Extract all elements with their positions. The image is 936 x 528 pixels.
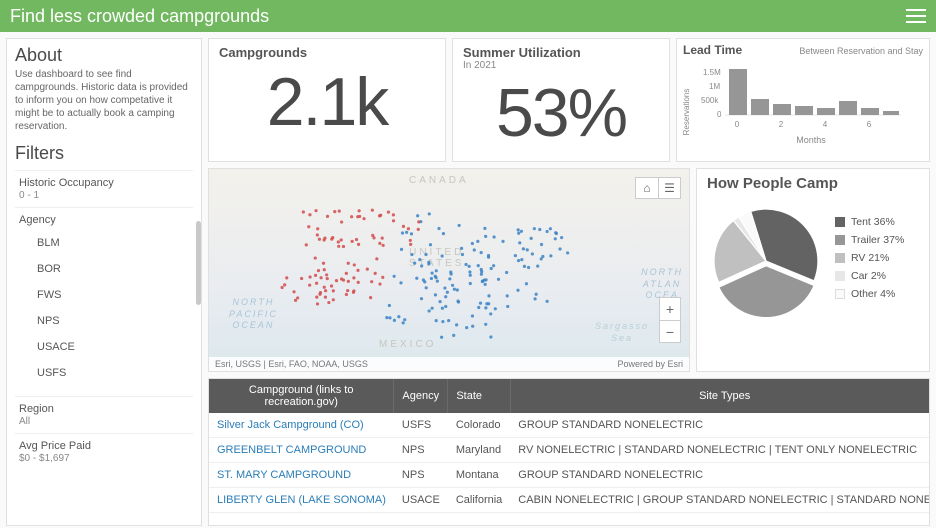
col-sitetypes[interactable]: Site Types <box>510 379 930 413</box>
campground-table: Campground (links to recreation.gov) Age… <box>209 379 930 526</box>
howcamp-card: How People Camp Tent 36% Trailer 37% RV … <box>696 168 930 372</box>
filter-region-label: Region <box>19 403 189 415</box>
cell-name[interactable]: GREENBELT CAMPGROUND <box>209 438 394 463</box>
legend-trailer: Trailer 37% <box>835 234 904 246</box>
svg-text:4: 4 <box>823 120 828 129</box>
filter-price-value: $0 - $1,697 <box>19 453 189 464</box>
col-agency[interactable]: Agency <box>394 379 448 413</box>
campgrounds-title: Campgrounds <box>219 45 435 60</box>
leadtime-sub: Between Reservation and Stay <box>799 46 923 56</box>
legend-other: Other 4% <box>835 288 904 300</box>
table-row[interactable]: Silver Jack Campground (CO) USFS Colorad… <box>209 413 930 438</box>
svg-text:Months: Months <box>796 135 826 145</box>
filter-occupancy-value: 0 - 1 <box>19 190 189 201</box>
howcamp-legend: Tent 36% Trailer 37% RV 21% Car 2% Other… <box>835 216 904 306</box>
svg-text:1.5M: 1.5M <box>703 68 721 77</box>
filter-region[interactable]: Region All <box>15 396 193 433</box>
svg-text:6: 6 <box>867 120 872 129</box>
map-points <box>209 169 689 371</box>
cell-types: GROUP STANDARD NONELECTRIC <box>510 463 930 488</box>
table-row[interactable]: LIBERTY GLEN (LAKE SONOMA) USACE Califor… <box>209 488 930 513</box>
app-header: Find less crowded campgrounds <box>0 0 936 32</box>
svg-text:1M: 1M <box>709 82 720 91</box>
legend-rv: RV 21% <box>835 252 904 264</box>
table-row[interactable]: GREENBELT CAMPGROUND NPS Maryland RV NON… <box>209 438 930 463</box>
about-heading: About <box>15 45 193 66</box>
cell-name[interactable] <box>209 513 394 527</box>
utilization-sub: In 2021 <box>463 60 659 71</box>
cell-types: GROUP STANDARD NONELECTRIC <box>510 413 930 438</box>
agency-item-nps[interactable]: NPS <box>37 308 189 334</box>
campgrounds-card: Campgrounds 2.1k <box>208 38 446 162</box>
campground-table-card: Campground (links to recreation.gov) Age… <box>208 378 930 526</box>
svg-text:0: 0 <box>735 120 740 129</box>
svg-text:2: 2 <box>779 120 784 129</box>
cell-state: Maryland <box>448 438 510 463</box>
map-basemap: CANADA UNITED STATES MEXICO NORTH PACIFI… <box>209 169 689 371</box>
map-attrib-right: Powered by Esri <box>617 359 683 369</box>
filter-price[interactable]: Avg Price Paid $0 - $1,697 <box>15 433 193 470</box>
agency-item-usfs[interactable]: USFS <box>37 360 189 386</box>
agency-item-fws[interactable]: FWS <box>37 282 189 308</box>
filter-price-label: Avg Price Paid <box>19 440 189 452</box>
howcamp-pie <box>707 202 825 320</box>
agency-item-usace[interactable]: USACE <box>37 334 189 360</box>
cell-types: CABIN NONELECTRIC | GROUP STANDARD NONEL… <box>510 488 930 513</box>
cell-types: RV NONELECTRIC | STANDARD NONELECTRIC | … <box>510 438 930 463</box>
howcamp-title: How People Camp <box>707 175 919 192</box>
filter-region-value: All <box>19 416 189 427</box>
table-row[interactable] <box>209 513 930 527</box>
cell-state: Montana <box>448 463 510 488</box>
about-text: Use dashboard to see find campgrounds. H… <box>15 68 193 133</box>
svg-text:0: 0 <box>717 110 722 119</box>
legend-icon[interactable]: ☰ <box>658 178 680 198</box>
cell-agency: NPS <box>394 463 448 488</box>
sidebar-scrollbar[interactable] <box>196 221 201 305</box>
cell-state: California <box>448 488 510 513</box>
col-campground[interactable]: Campground (links to recreation.gov) <box>209 379 394 413</box>
main-area: Campgrounds 2.1k Summer Utilization In 2… <box>208 38 930 526</box>
legend-tent: Tent 36% <box>835 216 904 228</box>
filters-heading: Filters <box>15 143 193 164</box>
map-zoom-controls: + − <box>659 297 681 343</box>
map-card[interactable]: CANADA UNITED STATES MEXICO NORTH PACIFI… <box>208 168 690 372</box>
utilization-value: 53% <box>463 79 659 147</box>
cell-name[interactable]: LIBERTY GLEN (LAKE SONOMA) <box>209 488 394 513</box>
map-attrib-left: Esri, USGS | Esri, FAO, NOAA, USGS <box>215 359 368 369</box>
leadtime-title: Lead Time <box>683 43 742 57</box>
leadtime-chart: Reservations 1.5M 1M 500k 0 <box>683 57 907 157</box>
cell-name[interactable]: ST. MARY CAMPGROUND <box>209 463 394 488</box>
agency-item-bor[interactable]: BOR <box>37 256 189 282</box>
filter-agency: Agency BLM BOR FWS NPS USACE USFS <box>15 207 193 396</box>
utilization-card: Summer Utilization In 2021 53% <box>452 38 670 162</box>
filter-agency-label: Agency <box>19 214 189 226</box>
legend-car: Car 2% <box>835 270 904 282</box>
cell-agency: USACE <box>394 488 448 513</box>
sidebar: About Use dashboard to see find campgrou… <box>6 38 202 526</box>
agency-item-blm[interactable]: BLM <box>37 230 189 256</box>
cell-name[interactable]: Silver Jack Campground (CO) <box>209 413 394 438</box>
table-row[interactable]: ST. MARY CAMPGROUND NPS Montana GROUP ST… <box>209 463 930 488</box>
app-title: Find less crowded campgrounds <box>10 6 269 27</box>
utilization-title: Summer Utilization <box>463 45 659 60</box>
col-state[interactable]: State <box>448 379 510 413</box>
zoom-out-icon[interactable]: − <box>660 320 680 342</box>
app-body: About Use dashboard to see find campgrou… <box>0 32 936 528</box>
filter-occupancy-label: Historic Occupancy <box>19 177 189 189</box>
cell-agency: USFS <box>394 413 448 438</box>
campgrounds-value: 2.1k <box>219 68 435 136</box>
cell-state: Colorado <box>448 413 510 438</box>
map-toolbar: ⌂ ☰ <box>635 177 681 199</box>
leadtime-card: Lead Time Between Reservation and Stay R… <box>676 38 930 162</box>
filter-occupancy[interactable]: Historic Occupancy 0 - 1 <box>15 170 193 207</box>
cell-agency: NPS <box>394 438 448 463</box>
svg-text:Reservations: Reservations <box>683 89 691 136</box>
menu-icon[interactable] <box>906 9 926 23</box>
map-attribution: Esri, USGS | Esri, FAO, NOAA, USGS Power… <box>209 357 689 371</box>
home-icon[interactable]: ⌂ <box>636 178 658 198</box>
svg-text:500k: 500k <box>701 96 719 105</box>
zoom-in-icon[interactable]: + <box>660 298 680 320</box>
